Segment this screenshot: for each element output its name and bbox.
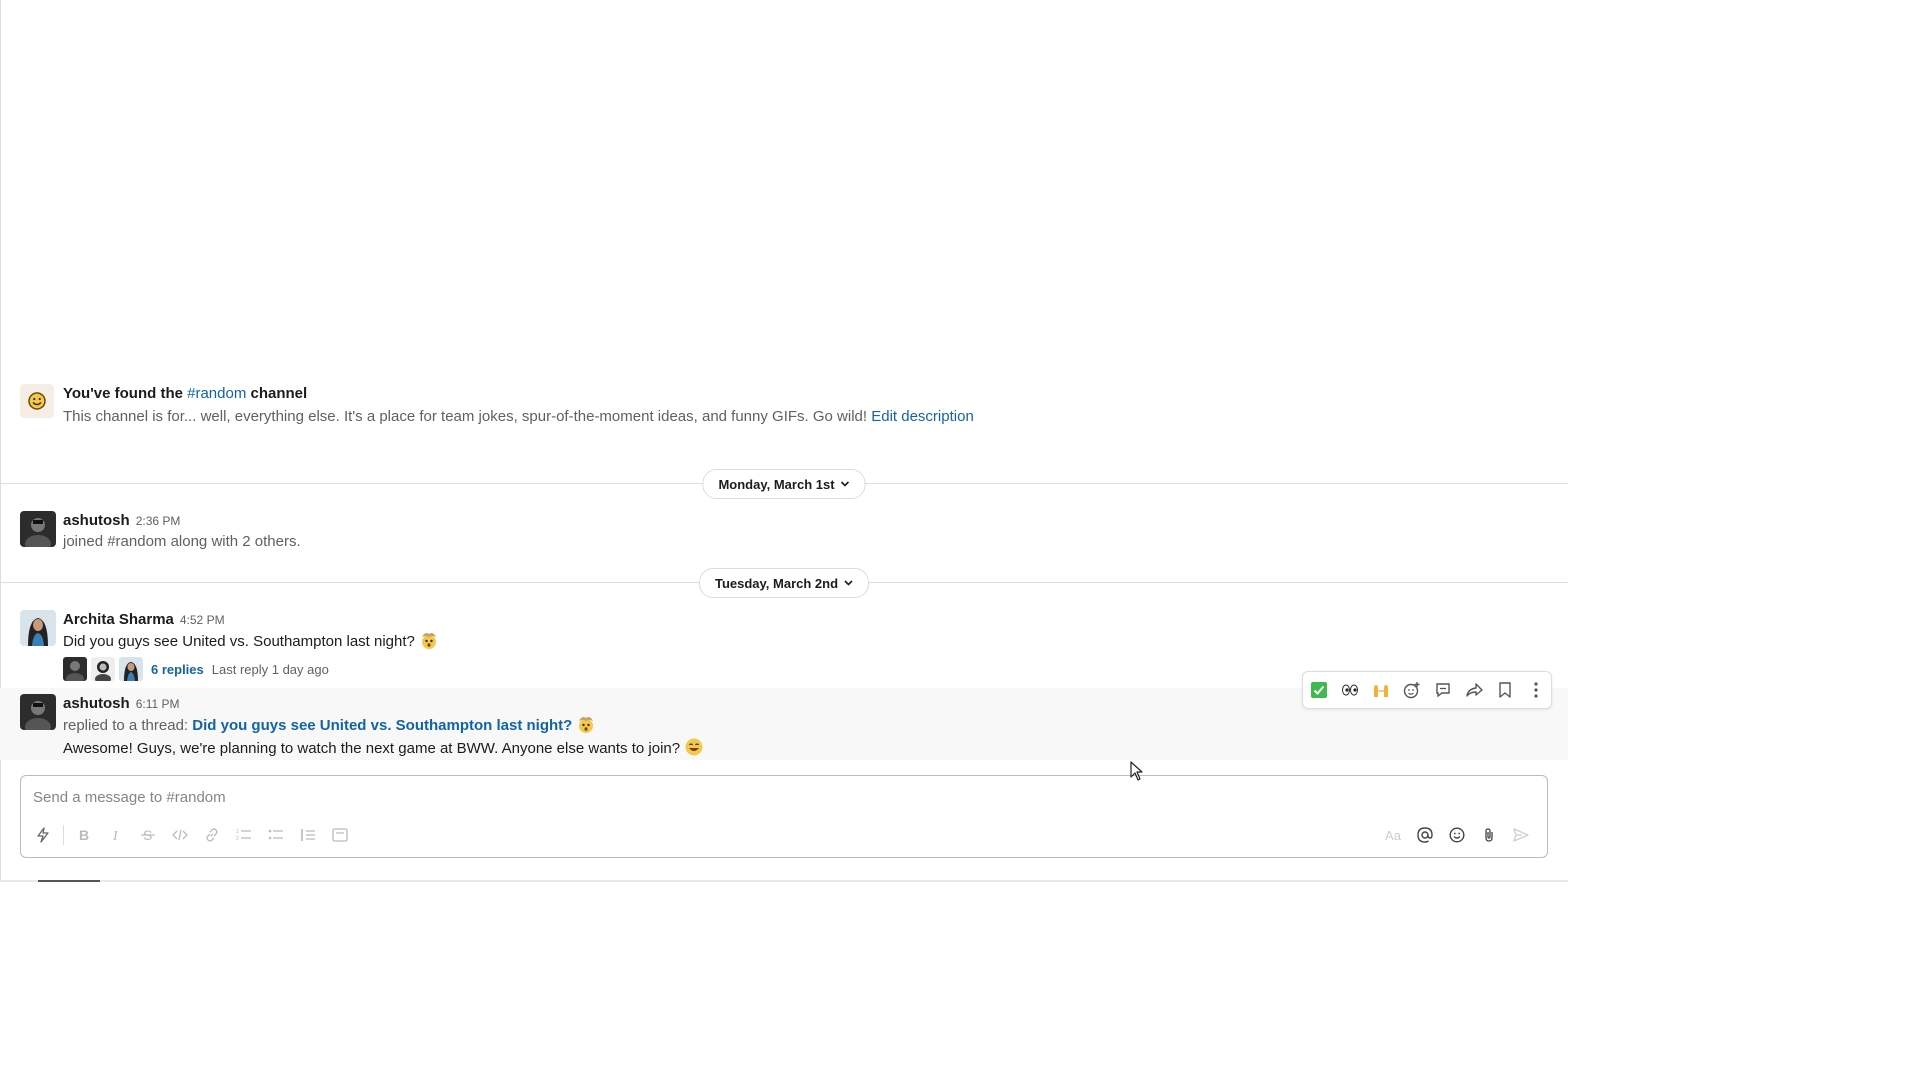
strikethrough-icon[interactable]: S [134, 821, 162, 849]
channel-description: This channel is for... well, everything … [63, 406, 974, 428]
participant-avatar [119, 657, 143, 681]
replies-link[interactable]: 6 replies [151, 662, 204, 677]
sender-name[interactable]: ashutosh [63, 695, 130, 712]
bulleted-list-icon[interactable] [262, 821, 290, 849]
timestamp[interactable]: 4:52 PM [180, 613, 225, 627]
svg-text:B: B [79, 828, 89, 842]
avatar[interactable] [20, 511, 56, 547]
svg-text:2: 2 [236, 836, 239, 842]
shortcuts-lightning-icon[interactable] [29, 821, 57, 849]
grinning-emoji-icon[interactable] [684, 737, 704, 757]
timestamp[interactable]: 6:11 PM [136, 697, 180, 711]
svg-text:1: 1 [236, 829, 239, 835]
link-icon[interactable] [198, 821, 226, 849]
smiley-icon [20, 384, 54, 418]
attachment-icon[interactable] [1475, 821, 1503, 849]
avatar[interactable] [20, 694, 56, 730]
message-text: Awesome! Guys, we're planning to watch t… [63, 740, 681, 757]
share-icon[interactable] [1461, 677, 1487, 703]
bottom-edge [0, 880, 1568, 882]
mention-icon[interactable] [1411, 821, 1439, 849]
bookmark-icon[interactable] [1492, 677, 1518, 703]
add-reaction-icon[interactable] [1399, 677, 1425, 703]
message-text: joined #random along with 2 others. [63, 533, 301, 550]
message-actions-toolbar [1302, 671, 1552, 709]
intro-title: You've found the #random channel [63, 384, 974, 404]
intro-title-prefix: You've found the [63, 385, 183, 402]
composer-actions: Aa [1379, 821, 1539, 849]
format-toggle-button[interactable]: Aa [1379, 821, 1407, 849]
exploding-head-emoji-icon[interactable] [419, 630, 439, 650]
participant-avatar [63, 657, 87, 681]
last-reply-text: Last reply 1 day ago [211, 661, 329, 677]
thread-link[interactable]: Did you guys see United vs. Southampton … [192, 717, 572, 734]
chevron-down-icon [844, 580, 853, 586]
code-icon[interactable] [166, 821, 194, 849]
bottom-tab-indicator [38, 880, 100, 882]
check-mark-icon[interactable] [1306, 677, 1332, 703]
date-pill-monday[interactable]: Monday, March 1st [702, 469, 866, 499]
toolbar-separator [63, 825, 64, 845]
intro-title-suffix: channel [250, 385, 308, 402]
edit-description-link[interactable]: Edit description [871, 408, 974, 425]
svg-text:I: I [112, 829, 119, 842]
message-input[interactable] [31, 788, 1525, 807]
timestamp[interactable]: 2:36 PM [136, 514, 181, 528]
exploding-head-emoji-icon [576, 714, 596, 734]
channel-link[interactable]: #random [187, 385, 246, 402]
formatting-toolbar: B I S 12 [29, 821, 358, 849]
emoji-icon[interactable] [1443, 821, 1471, 849]
bold-icon[interactable]: B [70, 821, 98, 849]
blockquote-icon[interactable] [294, 821, 322, 849]
reply-prefix: replied to a thread: [63, 717, 189, 734]
description-text: This channel is for... well, everything … [63, 408, 868, 425]
format-label: Aa [1385, 827, 1401, 843]
avatar[interactable] [20, 610, 56, 646]
message-composer: B I S 12 Aa [20, 775, 1548, 858]
date-label: Tuesday, March 2nd [714, 575, 839, 591]
eyes-icon[interactable] [1337, 677, 1363, 703]
thread-summary[interactable]: 6 replies Last reply 1 day ago [63, 657, 439, 681]
ordered-list-icon[interactable]: 12 [230, 821, 258, 849]
date-label: Monday, March 1st [718, 476, 835, 492]
date-pill-tuesday[interactable]: Tuesday, March 2nd [698, 568, 870, 598]
chevron-down-icon [840, 481, 850, 487]
reply-thread-icon[interactable] [1430, 677, 1456, 703]
participant-avatar [91, 657, 115, 681]
raised-hands-icon[interactable] [1368, 677, 1394, 703]
sender-name[interactable]: ashutosh [63, 512, 130, 529]
mouse-cursor-icon [1130, 761, 1144, 786]
channel-intro: You've found the #random channel This ch… [20, 384, 974, 428]
message-text: Did you guys see United vs. Southampton … [63, 633, 415, 650]
code-block-icon[interactable] [326, 821, 354, 849]
italic-icon[interactable]: I [102, 821, 130, 849]
send-icon[interactable] [1507, 821, 1535, 849]
sender-name[interactable]: Archita Sharma [63, 611, 174, 628]
more-actions-icon[interactable] [1523, 677, 1549, 703]
